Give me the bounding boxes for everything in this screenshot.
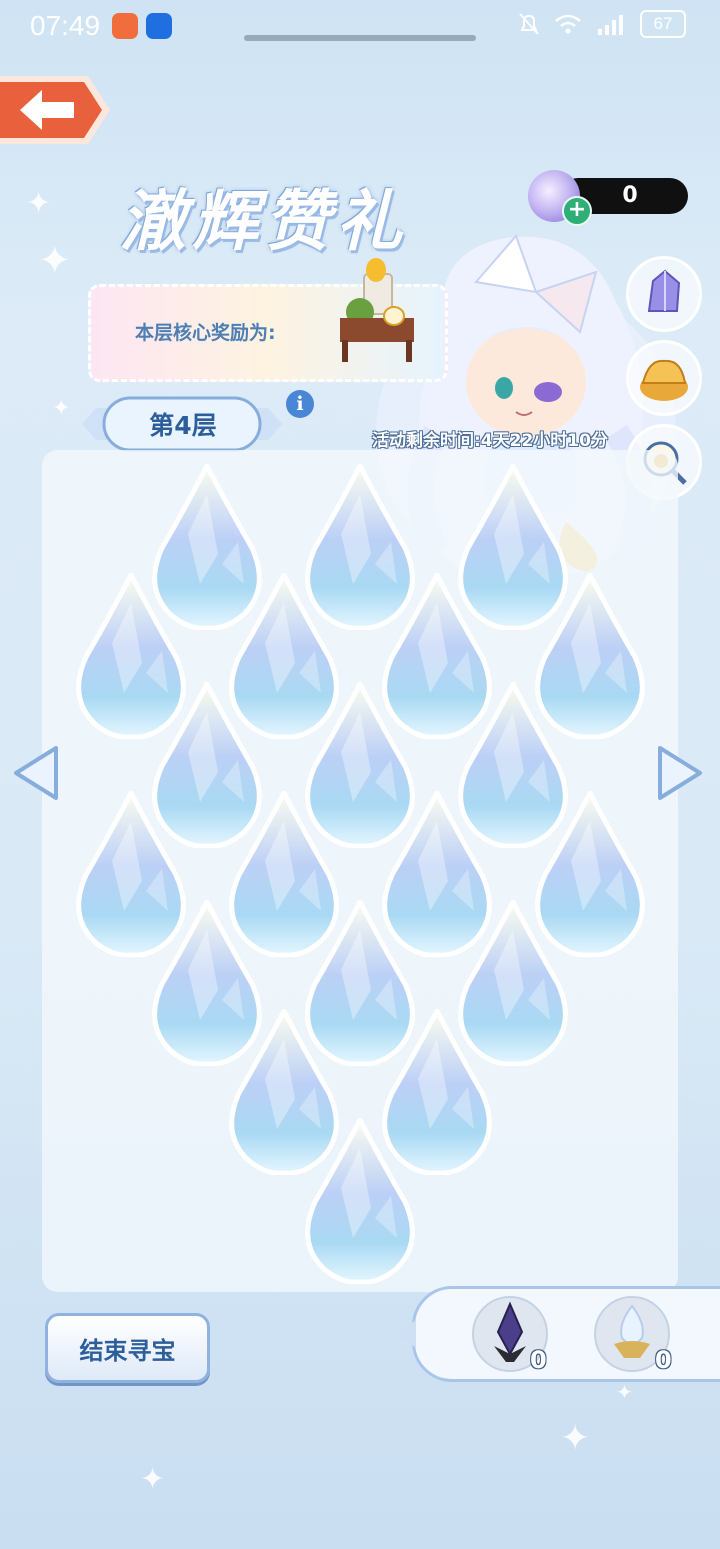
next-floor-button[interactable] [652, 742, 708, 804]
back-button[interactable] [0, 72, 112, 148]
gold-treasure-icon [640, 359, 688, 401]
crystal-drop-tile[interactable] [301, 1114, 419, 1285]
item-tray [412, 1286, 720, 1382]
status-bar: 07:49 67 [0, 0, 720, 52]
floor-label: 第4层 [149, 411, 217, 440]
prev-floor-button[interactable] [8, 742, 64, 804]
crystal-icon [647, 269, 681, 312]
add-currency-button[interactable]: + [562, 196, 592, 226]
top-drag-indicator [244, 35, 476, 41]
status-time: 07:49 [30, 10, 101, 41]
crystal-shop-button[interactable] [626, 256, 702, 332]
event-title: 澈辉赞礼 [120, 182, 408, 260]
sparkle-icon: ✦ [140, 1462, 166, 1497]
app-notification-icon [112, 13, 138, 39]
status-icons: 67 [518, 10, 686, 38]
signal-icon [598, 15, 623, 35]
bulb-notification-icon [146, 13, 172, 39]
end-treasure-hunt-label: 结束寻宝 [79, 1337, 176, 1365]
sparkle-icon: ✦ [560, 1418, 591, 1459]
battery-indicator: 67 [640, 10, 686, 38]
info-icon[interactable]: i [286, 390, 314, 418]
sparkle-icon: ✦ [38, 238, 72, 284]
core-reward-label: 本层核心奖励为: [135, 322, 276, 344]
gold-crystal-count: 0 [655, 1346, 672, 1374]
reward-chest-button[interactable] [626, 340, 702, 416]
mute-icon [519, 13, 539, 35]
countdown-timer: 活动剩余时间:4天22小时10分 [372, 431, 608, 451]
tray-pointer-icon [396, 1320, 416, 1348]
sparkle-icon: ✦ [616, 1380, 633, 1404]
sparkle-icon: ✦ [26, 186, 52, 221]
dark-crystal-count: 0 [530, 1346, 547, 1374]
furniture-reward-icon[interactable] [330, 252, 422, 364]
sparkle-icon: ✦ [52, 396, 71, 421]
wifi-icon [555, 14, 581, 34]
